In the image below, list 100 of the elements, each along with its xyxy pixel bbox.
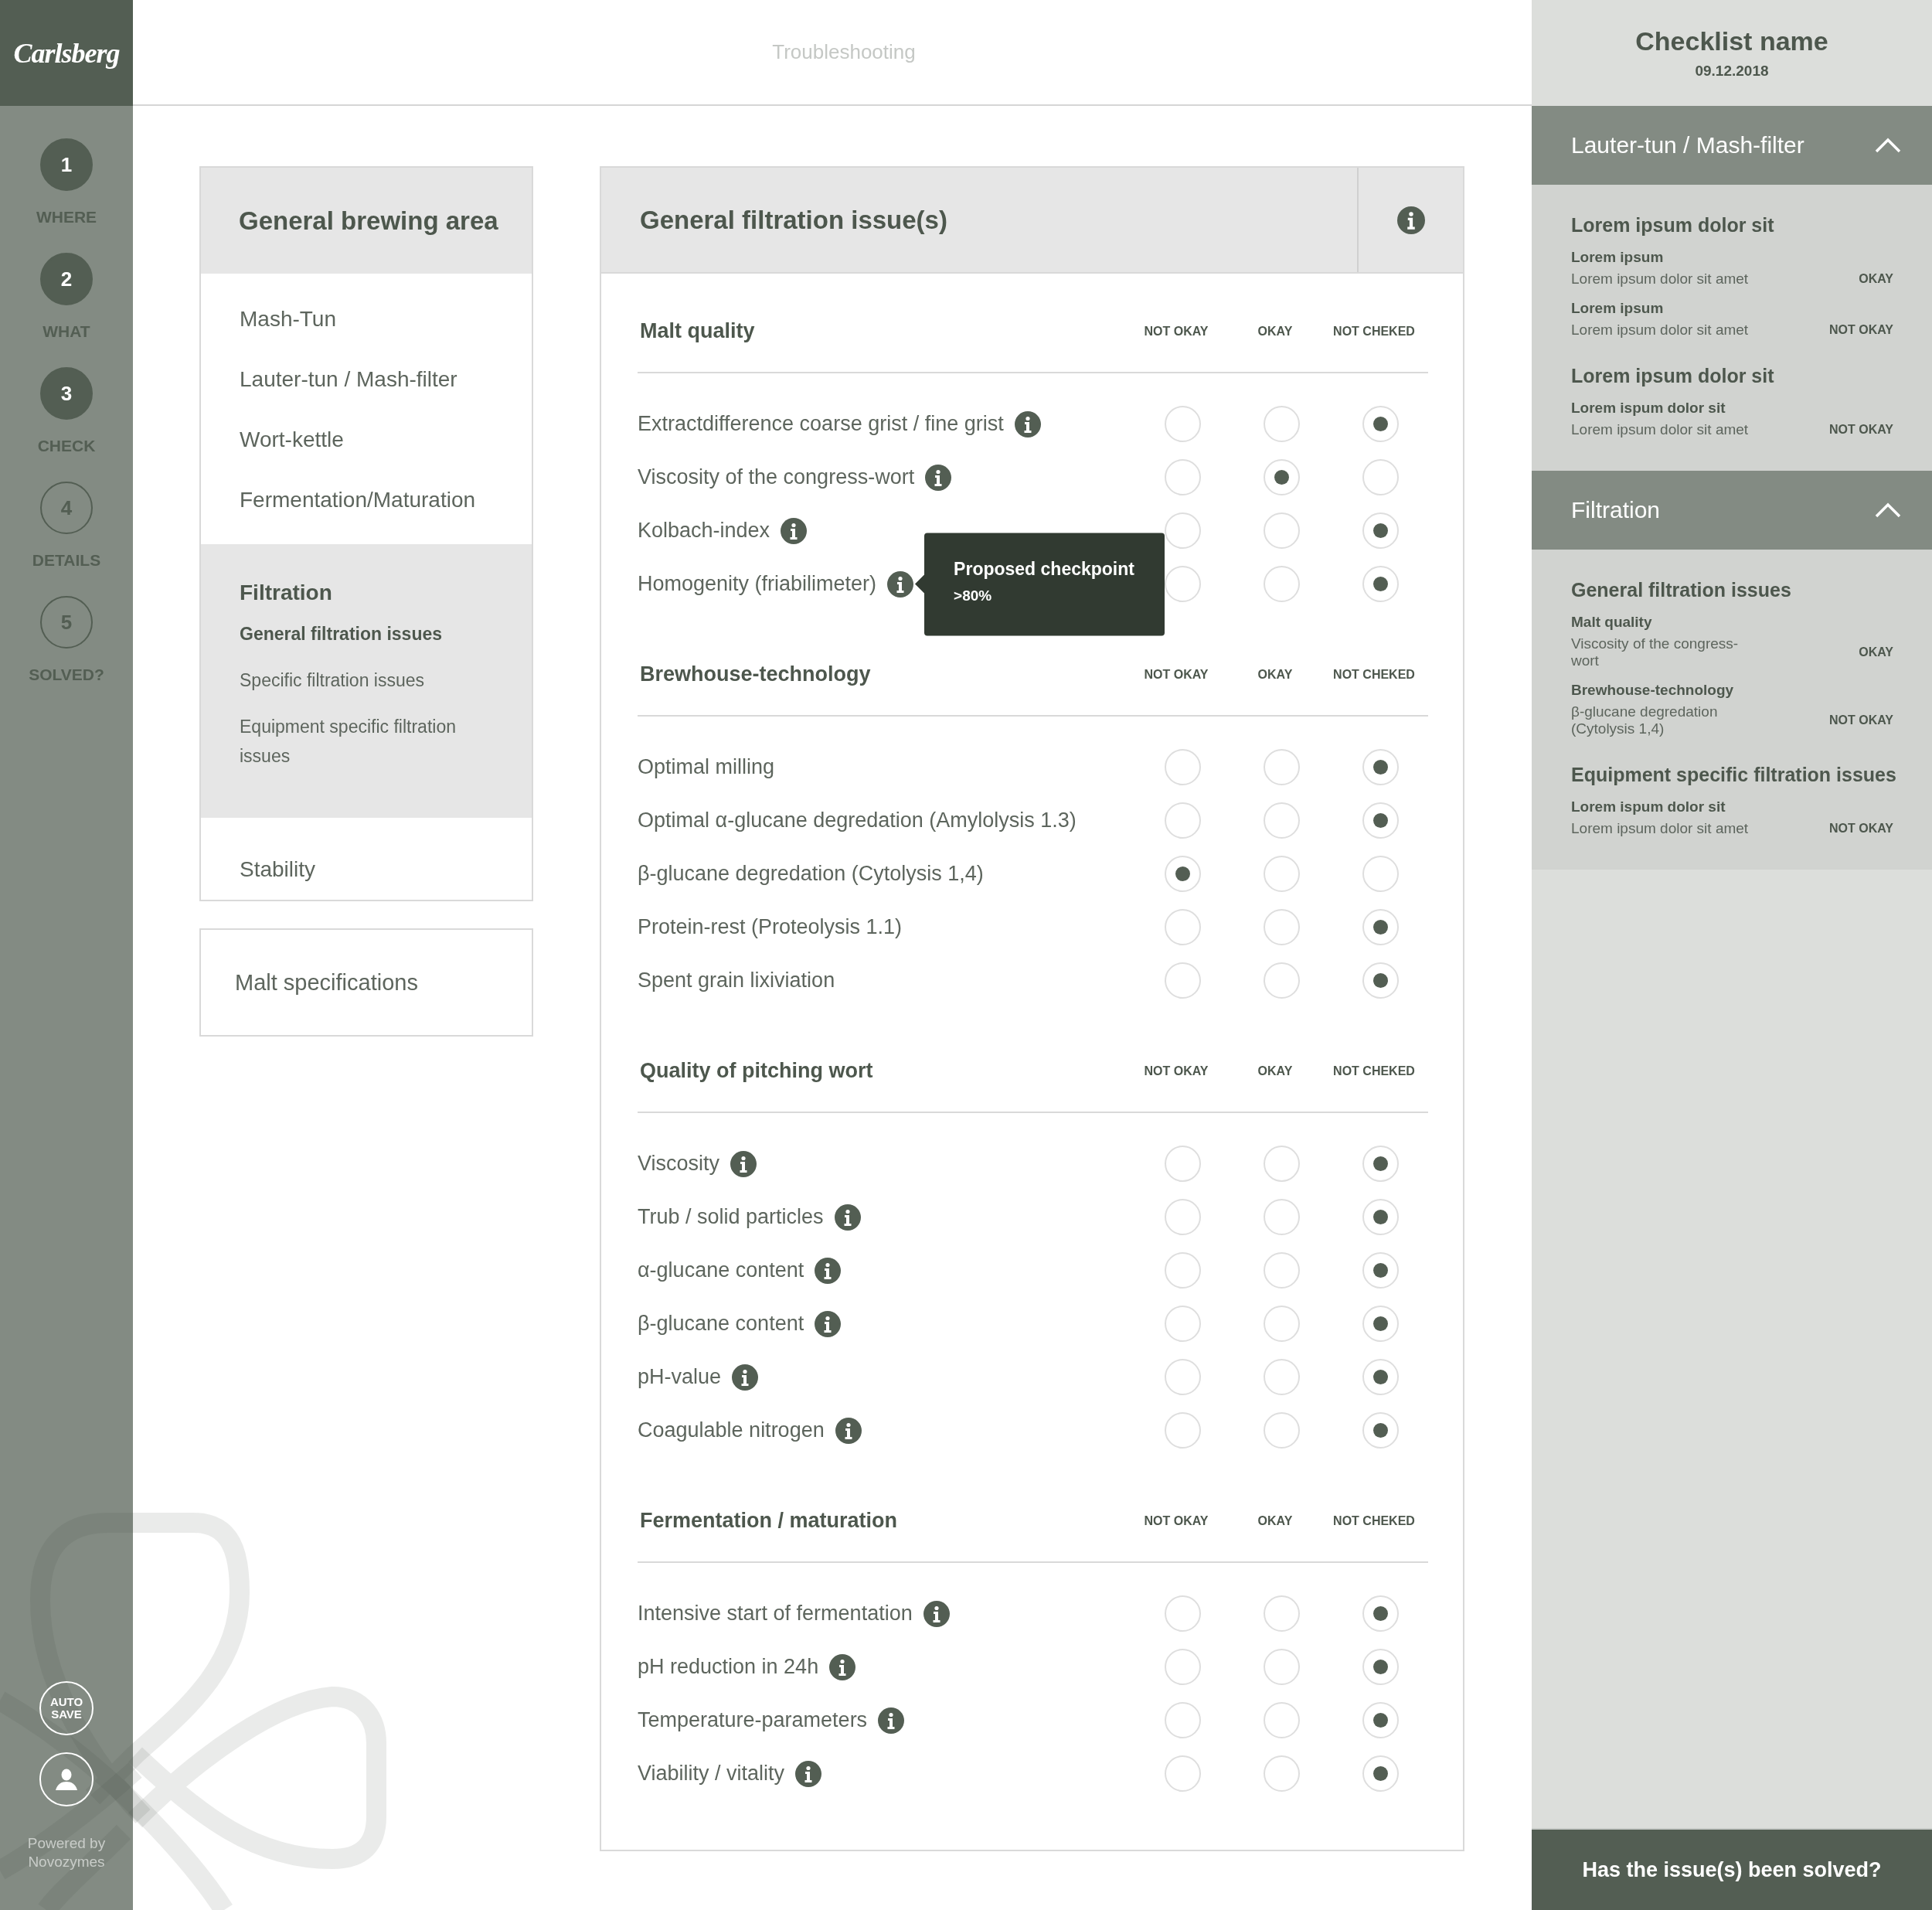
info-icon[interactable] (835, 1417, 862, 1444)
info-icon[interactable] (878, 1707, 905, 1734)
radio-button[interactable] (1362, 566, 1399, 602)
radio-button[interactable] (1164, 749, 1201, 785)
radio-button[interactable] (1164, 566, 1201, 602)
radio-button[interactable] (1362, 1252, 1399, 1289)
info-icon[interactable] (732, 1364, 759, 1391)
menu-item[interactable]: Wort-kettle (201, 410, 532, 470)
radio-button[interactable] (1362, 1359, 1399, 1395)
step-circle[interactable]: 1 (40, 138, 93, 191)
profile-button[interactable] (39, 1752, 94, 1806)
radio-dot (1372, 1210, 1388, 1224)
radio-button[interactable] (1362, 512, 1399, 549)
radio-button[interactable] (1362, 749, 1399, 785)
info-icon[interactable] (795, 1760, 822, 1787)
radio-button[interactable] (1362, 1755, 1399, 1792)
radio-button[interactable] (1263, 1252, 1300, 1289)
accordion-header[interactable]: Filtration (1532, 471, 1932, 550)
autosave-button[interactable]: AUTO SAVE (39, 1681, 94, 1735)
radio-button[interactable] (1263, 1199, 1300, 1235)
radio-button[interactable] (1263, 909, 1300, 945)
info-icon[interactable] (925, 464, 952, 491)
radio-button[interactable] (1263, 1412, 1300, 1449)
info-icon[interactable] (829, 1653, 856, 1680)
summary-text: Lorem ipsum dolor sit amet (1571, 322, 1750, 339)
radio-button[interactable] (1263, 566, 1300, 602)
checkpoint-label: β-glucane content (638, 1312, 804, 1336)
radio-button[interactable] (1164, 1199, 1201, 1235)
radio-button[interactable] (1362, 962, 1399, 999)
info-icon[interactable] (1396, 206, 1425, 234)
step-circle[interactable]: 3 (40, 367, 93, 420)
radio-button[interactable] (1362, 1595, 1399, 1632)
menu-item[interactable]: Lauter-tun / Mash-filter (201, 349, 532, 410)
radio-button[interactable] (1362, 406, 1399, 442)
radio-button[interactable] (1164, 1359, 1201, 1395)
radio-button[interactable] (1362, 1146, 1399, 1182)
menu-item[interactable]: Mash-Tun (201, 289, 532, 349)
radio-button[interactable] (1164, 1649, 1201, 1685)
radio-button[interactable] (1164, 1595, 1201, 1632)
radio-button[interactable] (1362, 1702, 1399, 1738)
solved-button[interactable]: Has the issue(s) been solved? (1532, 1828, 1932, 1910)
info-icon[interactable] (815, 1310, 842, 1337)
radio-button[interactable] (1362, 1649, 1399, 1685)
radio-button[interactable] (1164, 1146, 1201, 1182)
info-icon[interactable] (781, 517, 808, 544)
accordion-header[interactable]: Lauter-tun / Mash-filter (1532, 106, 1932, 185)
radio-button[interactable] (1263, 962, 1300, 999)
radio-button[interactable] (1263, 802, 1300, 839)
radio-button[interactable] (1263, 749, 1300, 785)
radio-button[interactable] (1164, 1252, 1201, 1289)
radio-button[interactable] (1164, 802, 1201, 839)
radio-button[interactable] (1164, 459, 1201, 495)
info-icon[interactable] (923, 1600, 950, 1627)
radio-button[interactable] (1164, 1755, 1201, 1792)
radio-button[interactable] (1362, 1412, 1399, 1449)
radio-button[interactable] (1362, 802, 1399, 839)
radio-button[interactable] (1164, 406, 1201, 442)
radio-button[interactable] (1263, 1755, 1300, 1792)
menu-item[interactable]: Fermentation/Maturation (201, 470, 532, 530)
radio-button[interactable] (1164, 1412, 1201, 1449)
status-label: NOT OKAY (1829, 713, 1893, 727)
submenu-item[interactable]: Specific filtration issues (240, 657, 501, 703)
radio-button[interactable] (1164, 962, 1201, 999)
radio-button[interactable] (1263, 1702, 1300, 1738)
radio-button[interactable] (1263, 856, 1300, 892)
info-icon[interactable] (815, 1257, 842, 1284)
radio-button[interactable] (1362, 1306, 1399, 1342)
radio-button[interactable] (1263, 1649, 1300, 1685)
card-title: General filtration issue(s) (639, 205, 948, 235)
radio-button[interactable] (1164, 1306, 1201, 1342)
submenu-item[interactable]: General filtration issues (240, 611, 501, 657)
radio-button[interactable] (1263, 1306, 1300, 1342)
checkpoint-label: Protein-rest (Proteolysis 1.1) (638, 915, 903, 939)
info-icon[interactable] (730, 1150, 757, 1177)
radio-button[interactable] (1164, 1702, 1201, 1738)
radio-button[interactable] (1362, 909, 1399, 945)
radio-button[interactable] (1362, 459, 1399, 495)
radio-dot (1372, 1766, 1388, 1781)
info-icon[interactable] (834, 1204, 861, 1231)
radio-button[interactable] (1362, 856, 1399, 892)
radio-button[interactable] (1263, 1359, 1300, 1395)
radio-button[interactable] (1263, 459, 1300, 495)
radio-button[interactable] (1164, 512, 1201, 549)
menu-item[interactable]: Filtration (240, 575, 501, 611)
info-icon[interactable] (887, 570, 914, 598)
radio-button[interactable] (1164, 856, 1201, 892)
radio-button[interactable] (1263, 512, 1300, 549)
submenu-item[interactable]: Equipment specific filtration issues (240, 703, 501, 779)
radio-button[interactable] (1263, 1595, 1300, 1632)
radio-button[interactable] (1263, 1146, 1300, 1182)
radio-dot (1274, 470, 1289, 485)
radio-button[interactable] (1263, 406, 1300, 442)
radio-button[interactable] (1362, 1199, 1399, 1235)
checklist-date: 09.12.2018 (1695, 63, 1769, 80)
summary-title: Lorem ipsum dolor sit (1571, 214, 1775, 237)
malt-specifications-button[interactable]: Malt specifications (199, 928, 533, 1037)
info-icon[interactable] (1014, 410, 1041, 437)
menu-item[interactable]: Stability (201, 839, 532, 900)
radio-button[interactable] (1164, 909, 1201, 945)
step-circle[interactable]: 2 (40, 253, 93, 305)
